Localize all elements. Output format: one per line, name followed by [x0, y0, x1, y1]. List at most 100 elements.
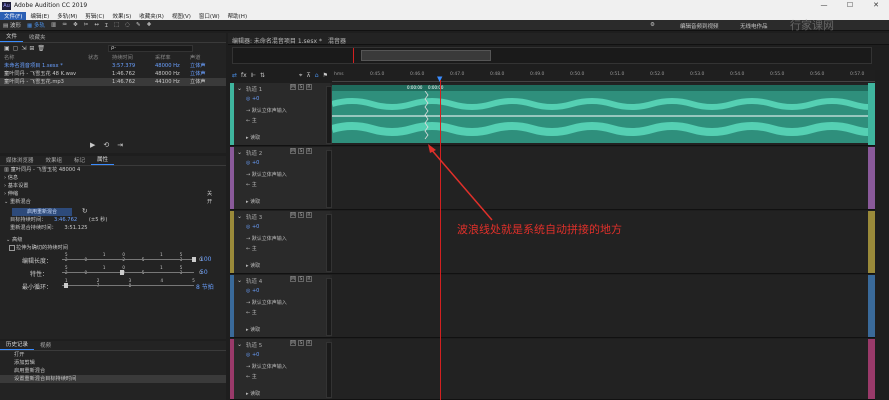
zoom-viewport[interactable]	[361, 50, 491, 61]
fx-icon[interactable]: fx	[241, 72, 247, 79]
col-duration[interactable]: 持续时间	[112, 54, 133, 62]
mute-button[interactable]: M	[290, 148, 296, 154]
insert-icon[interactable]: ⊞	[29, 45, 34, 52]
minimize-button[interactable]: —	[811, 0, 837, 11]
new-file-icon[interactable]: ▣	[4, 45, 10, 52]
overview-bar[interactable]	[232, 47, 872, 64]
track-name[interactable]: 轨道 4	[246, 277, 262, 285]
slider-thumb[interactable]	[192, 257, 196, 262]
tab-media-browser[interactable]: 媒体浏览器	[0, 155, 40, 165]
file-row[interactable]: 童叶同丹 - 飞雪玉花 48 K.wav 1:46.762 48000 Hz 立…	[0, 70, 226, 78]
loop-icon[interactable]: ⟲	[103, 141, 109, 149]
track-name[interactable]: 轨道 1	[246, 85, 262, 93]
move-tool-icon[interactable]: ✥	[70, 22, 81, 28]
record-button[interactable]: R	[306, 212, 312, 218]
section-stretch[interactable]: › 伸缩关	[0, 190, 226, 198]
automation-mode[interactable]: ▸ 读取	[246, 390, 260, 397]
section-basic[interactable]: › 基本设置	[0, 182, 226, 190]
volume-value[interactable]: ◎ +0	[246, 160, 259, 166]
history-item-current[interactable]: 设置重新混合目标持续时间	[0, 375, 226, 383]
automation-mode[interactable]: ▸ 读取	[246, 262, 260, 269]
refresh-icon[interactable]: ↻	[82, 207, 88, 215]
slip-tool-icon[interactable]: ↔	[91, 22, 102, 28]
tab-editor[interactable]: 编辑器: 未命名混音项目 1.sesx *	[232, 36, 322, 45]
history-item[interactable]: 打开	[0, 351, 226, 359]
spectrum-icon[interactable]: ▥	[48, 22, 59, 28]
collapse-icon[interactable]: ⌄	[237, 85, 242, 92]
edit-length-slider[interactable]: 编辑长度： 5 10 15 20 25 30 100	[0, 252, 226, 265]
section-remix[interactable]: ⌄ 重新混合开	[0, 198, 226, 206]
menu-help[interactable]: 帮助(H)	[224, 12, 251, 20]
character-slider[interactable]: 特性： 5 10 15 20 25 30 50	[0, 265, 226, 278]
volume-value[interactable]: ◎ +0	[246, 352, 259, 358]
menu-clip[interactable]: 剪辑(C)	[81, 12, 108, 20]
track-lane[interactable]: 0:00:00 0:00:00	[332, 83, 875, 145]
playhead-line[interactable]	[440, 80, 441, 400]
close-button[interactable]: ✕	[863, 0, 889, 11]
file-row[interactable]: 童叶同丹 - 飞雪玉花.mp3 1:46.762 44100 Hz 立体声	[0, 78, 226, 86]
enable-remix-button[interactable]: 启用重新混合	[12, 208, 72, 216]
open-file-icon[interactable]: ▢	[13, 45, 19, 52]
files-search-input[interactable]: ρ-	[108, 45, 194, 52]
solo-button[interactable]: S	[298, 84, 304, 90]
file-row[interactable]: 未命名混音项目 1.sesx * 3:57.379 48000 Hz 立体声	[0, 62, 226, 70]
track-lane[interactable]	[332, 275, 875, 337]
target-duration-value[interactable]: 3:46.762	[54, 217, 77, 223]
automation-mode[interactable]: ▸ 读取	[246, 326, 260, 333]
mute-button[interactable]: M	[290, 84, 296, 90]
record-button[interactable]: R	[306, 340, 312, 346]
automation-mode[interactable]: ▸ 读取	[246, 198, 260, 205]
export-icon[interactable]: ⇥	[117, 141, 123, 149]
col-rate[interactable]: 采样率	[155, 54, 171, 62]
menu-edit[interactable]: 编辑(E)	[26, 12, 53, 20]
tab-mixer[interactable]: 混音器	[328, 36, 346, 45]
menu-view[interactable]: 视图(V)	[168, 12, 195, 20]
track-lane[interactable]	[332, 147, 875, 209]
tab-markers[interactable]: 标记	[68, 155, 91, 165]
solo-button[interactable]: S	[298, 276, 304, 282]
track-name[interactable]: 轨道 5	[246, 341, 262, 349]
tab-video[interactable]: 视频	[34, 340, 57, 350]
follow-icon[interactable]: ⊼	[306, 72, 310, 79]
slider-thumb[interactable]	[120, 270, 124, 275]
collapse-icon[interactable]: ⌄	[237, 149, 242, 156]
menu-effects[interactable]: 效果(S)	[108, 12, 135, 20]
output-select[interactable]: ← 主	[246, 117, 257, 124]
input-select[interactable]: → 默认立体声输入	[246, 363, 287, 370]
track-name[interactable]: 轨道 3	[246, 213, 262, 221]
input-select[interactable]: → 默认立体声输入	[246, 299, 287, 306]
multitrack-view-button[interactable]: ▦ 多轨	[24, 21, 48, 29]
lasso-tool-icon[interactable]: ◌	[122, 22, 133, 28]
section-advanced[interactable]: ⌄ 高级	[0, 236, 226, 244]
section-info[interactable]: › 信息	[0, 174, 226, 182]
marker-icon[interactable]: ⚑	[323, 72, 328, 79]
output-select[interactable]: ← 主	[246, 309, 257, 316]
sends-icon[interactable]: ⇅	[260, 72, 265, 79]
volume-envelope-icon[interactable]: ⊩	[251, 72, 256, 79]
history-item[interactable]: 启用重新混合	[0, 367, 226, 375]
history-item[interactable]: 添加剪辑	[0, 359, 226, 367]
collapse-icon[interactable]: ⌄	[237, 341, 242, 348]
tab-files[interactable]: 文件	[0, 31, 24, 42]
workspace-edit-audio-video[interactable]: 编辑音频到视频	[680, 22, 719, 30]
marquee-tool-icon[interactable]: ⬚	[111, 22, 122, 28]
input-select[interactable]: → 默认立体声输入	[246, 171, 287, 178]
timeline-ruler[interactable]: hms 0:45.0 0:46.0 0:47.0 0:48.0 0:49.0 0…	[332, 70, 875, 83]
mute-button[interactable]: M	[290, 212, 296, 218]
audio-clip[interactable]: 0:00:00 0:00:00	[332, 85, 875, 143]
stretch-checkbox[interactable]: 拉伸为确切的持续时间	[0, 244, 226, 252]
tab-properties[interactable]: 属性	[91, 154, 115, 165]
col-status[interactable]: 状态	[88, 54, 98, 62]
volume-value[interactable]: ◎ +0	[246, 96, 259, 102]
waveform-view-button[interactable]: ▤ 波形	[0, 21, 24, 29]
output-select[interactable]: ← 主	[246, 373, 257, 380]
snap-icon[interactable]: ⌖	[299, 72, 302, 80]
tab-history[interactable]: 历史记录	[0, 339, 35, 350]
delete-icon[interactable]: 🗑	[37, 45, 45, 52]
solo-button[interactable]: S	[298, 212, 304, 218]
maximize-button[interactable]: ☐	[837, 0, 863, 11]
menu-file[interactable]: 文件(F)	[0, 11, 27, 20]
pitch-icon[interactable]: ♒	[59, 22, 70, 28]
mute-button[interactable]: M	[290, 340, 296, 346]
col-name[interactable]: 名称	[4, 55, 14, 61]
